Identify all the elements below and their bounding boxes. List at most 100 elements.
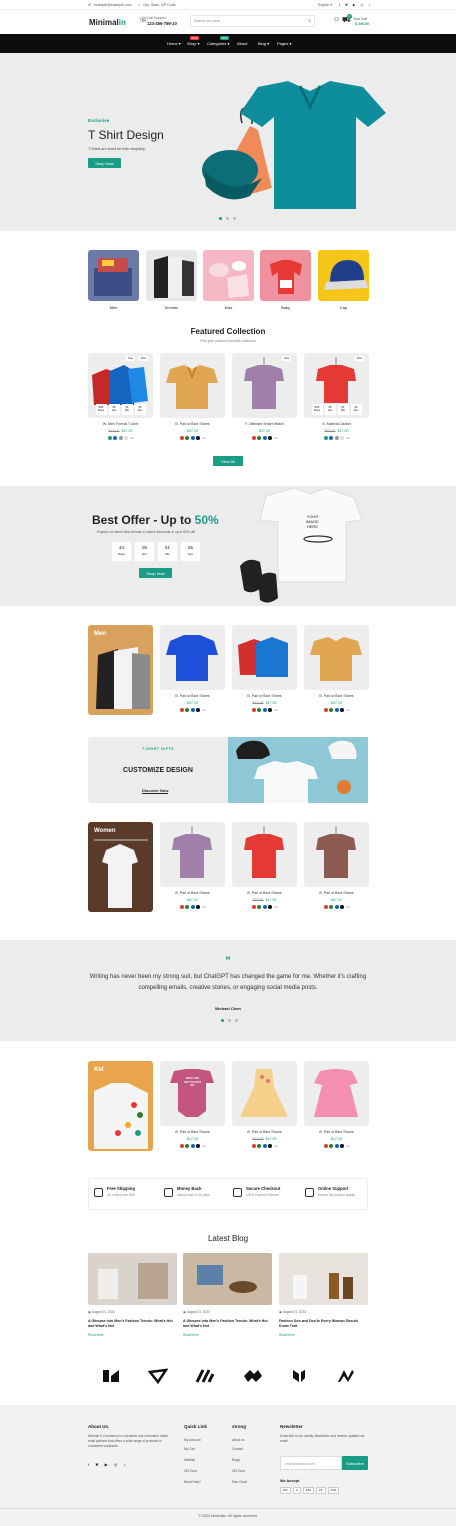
women-banner[interactable]: Women bbox=[88, 822, 153, 912]
hero-dot-3[interactable] bbox=[233, 217, 236, 220]
category-women-image[interactable] bbox=[146, 250, 197, 301]
blog-post-title[interactable]: Fashion Dos and Don'ts Every Woman Shoul… bbox=[279, 1319, 368, 1329]
color-swatches[interactable]: +3 bbox=[304, 1144, 369, 1148]
category-men-image[interactable] bbox=[88, 250, 139, 301]
discover-link[interactable]: Discover Now bbox=[142, 788, 169, 794]
blog-post-title[interactable]: A Glimpse into Men's Fashion Trends: Wha… bbox=[88, 1319, 177, 1329]
color-swatches[interactable]: +3 bbox=[304, 708, 369, 712]
color-swatches[interactable]: +3 bbox=[160, 1144, 225, 1148]
product-image[interactable] bbox=[232, 1061, 297, 1126]
product-card[interactable]: B. Pair of Blue Shoes $73.00 $47.00 +3 bbox=[232, 625, 297, 712]
color-swatches[interactable]: +3 bbox=[232, 708, 297, 712]
product-card[interactable]: BUSY DO NOT TOUCH MY B. Pair of Blue Shoes… bbox=[160, 1061, 225, 1148]
product-name[interactable]: B. Pair of Blue Shoes bbox=[160, 422, 225, 426]
color-swatches[interactable]: +3 bbox=[160, 905, 225, 909]
category-baby-image[interactable] bbox=[260, 250, 311, 301]
category-kids-label[interactable]: Kids bbox=[203, 305, 254, 310]
product-name[interactable]: B. Pair of Blue Shoes bbox=[232, 694, 297, 698]
product-card[interactable]: New F. Ultimate Smart Watch $47.00 +3 bbox=[232, 353, 297, 440]
category-cap-label[interactable]: Cap bbox=[318, 305, 369, 310]
footer-link[interactable]: Wishlist bbox=[184, 1458, 195, 1462]
blog-image[interactable] bbox=[88, 1253, 177, 1305]
category-baby-label[interactable]: Baby bbox=[260, 305, 311, 310]
subscribe-button[interactable]: Subscribe bbox=[342, 1456, 368, 1470]
social-icons[interactable]: f ✖ ▶ ◎ ♪ bbox=[339, 3, 372, 7]
blog-post-title[interactable]: A Glimpse into Men's Fashion Trends: Wha… bbox=[183, 1319, 272, 1329]
testimonial-dot-1[interactable] bbox=[221, 1019, 224, 1022]
product-image[interactable] bbox=[304, 822, 369, 887]
product-card[interactable]: B. Pair of Blue Shoes $47.00 +3 bbox=[304, 625, 369, 712]
kid-banner[interactable]: Kid bbox=[88, 1061, 153, 1151]
blog-card[interactable]: ▣ August 01, 2024 A Glimpse into Men's F… bbox=[88, 1253, 177, 1337]
language-select[interactable]: English ▾ bbox=[318, 3, 332, 7]
call-number[interactable]: 123-456-789-10 bbox=[147, 21, 177, 26]
hero-dot-1[interactable] bbox=[219, 217, 222, 220]
color-swatches[interactable]: +3 bbox=[160, 436, 225, 440]
product-name[interactable]: F. Ultimate Smart Watch bbox=[232, 422, 297, 426]
product-name[interactable]: B. Pair of Blue Shoes bbox=[160, 694, 225, 698]
product-card[interactable]: B. Pair of Blue Shoes $47.00 +3 bbox=[160, 353, 225, 440]
product-name[interactable]: B. Pair of Blue Shoes bbox=[232, 1130, 297, 1134]
footer-link[interactable]: My Cart bbox=[184, 1447, 195, 1451]
product-card[interactable]: B. Pair of Blue Shoes $73.00 $47.00 +3 bbox=[232, 1061, 297, 1148]
search-icon[interactable]: ⌕ bbox=[308, 18, 311, 24]
brand-logo-5[interactable] bbox=[289, 1368, 309, 1384]
blog-image[interactable] bbox=[279, 1253, 368, 1305]
nav-about[interactable]: About bbox=[237, 41, 247, 46]
footer-link[interactable]: Need Help? bbox=[184, 1480, 201, 1484]
product-name[interactable]: B. Pair of Blue Shoes bbox=[304, 891, 369, 895]
brand-logo-3[interactable] bbox=[195, 1368, 215, 1384]
hero-dot-2[interactable] bbox=[226, 217, 229, 220]
color-swatches[interactable]: +3 bbox=[160, 708, 225, 712]
product-image[interactable] bbox=[160, 353, 225, 418]
nav-shop[interactable]: Shop ▾ SALE bbox=[187, 36, 199, 46]
footer-link[interactable]: Gift Card bbox=[232, 1469, 245, 1473]
color-swatches[interactable]: +3 bbox=[88, 436, 153, 440]
category-women-label[interactable]: Women bbox=[146, 305, 197, 310]
color-swatches[interactable]: +3 bbox=[232, 1144, 297, 1148]
product-image[interactable]: -15% 605 Days 05 Hrs 51 Min 56 Sec bbox=[304, 353, 369, 418]
color-swatches[interactable]: +3 bbox=[304, 436, 369, 440]
product-card[interactable]: B. Pair of Blue Shoes $47.00 +3 bbox=[304, 822, 369, 909]
product-image[interactable] bbox=[304, 625, 369, 690]
brand-logo-6[interactable] bbox=[336, 1368, 356, 1384]
blog-card[interactable]: ▣ August 01, 2024 Fashion Dos and Don'ts… bbox=[279, 1253, 368, 1337]
color-swatches[interactable]: +3 bbox=[232, 905, 297, 909]
blog-image[interactable] bbox=[183, 1253, 272, 1305]
product-image[interactable] bbox=[160, 625, 225, 690]
cart-label[interactable]: Your Cart bbox=[353, 17, 367, 21]
testimonial-dot-2[interactable] bbox=[228, 1019, 231, 1022]
product-name[interactable]: B. Pair of Blue Shoes bbox=[304, 694, 369, 698]
product-card[interactable]: New -15% 580 Days 05 Hrs 51 Min 56 Sec W. Me… bbox=[88, 353, 153, 440]
footer-link[interactable]: About us bbox=[232, 1438, 245, 1442]
footer-link[interactable]: My Account bbox=[184, 1438, 200, 1442]
category-kids-image[interactable] bbox=[203, 250, 254, 301]
offer-shop-button[interactable]: Shop Now bbox=[139, 568, 172, 578]
product-card[interactable]: -15% 605 Days 05 Hrs 51 Min 56 Sec S. Materi… bbox=[304, 353, 369, 440]
hero-shop-button[interactable]: Shop Now bbox=[88, 158, 121, 168]
logo[interactable]: Minimalin bbox=[89, 18, 126, 27]
topbar-email[interactable]: example@example.com bbox=[94, 3, 132, 7]
search-input[interactable]: Search our store ⌕ bbox=[190, 15, 315, 27]
product-name[interactable]: B. Pair of Blue Shoes bbox=[160, 1130, 225, 1134]
blog-card[interactable]: ▣ August 01, 2024 A Glimpse into Men's F… bbox=[183, 1253, 272, 1337]
newsletter-email-input[interactable]: email@example.com bbox=[280, 1456, 342, 1470]
read-more-link[interactable]: Read More bbox=[279, 1333, 368, 1337]
category-men-label[interactable]: Men bbox=[88, 305, 139, 310]
view-all-button[interactable]: View All bbox=[213, 456, 243, 466]
product-image[interactable] bbox=[232, 625, 297, 690]
product-image[interactable] bbox=[160, 822, 225, 887]
product-image[interactable] bbox=[304, 1061, 369, 1126]
product-image[interactable] bbox=[232, 822, 297, 887]
brand-logo-4[interactable] bbox=[242, 1368, 262, 1384]
product-image[interactable]: New -15% 580 Days 05 Hrs 51 Min 56 Sec bbox=[88, 353, 153, 418]
category-cap-image[interactable] bbox=[318, 250, 369, 301]
product-name[interactable]: B. Pair of Blue Shoes bbox=[304, 1130, 369, 1134]
footer-link[interactable]: Blogs bbox=[232, 1458, 240, 1462]
color-swatches[interactable]: +3 bbox=[232, 436, 297, 440]
product-card[interactable]: B. Pair of Blue Shoes $73.00 $47.00 +3 bbox=[232, 822, 297, 909]
nav-blog[interactable]: Blog ▾ bbox=[258, 41, 269, 46]
nav-pages[interactable]: Pages ▾ bbox=[277, 41, 291, 46]
product-name[interactable]: B. Pair of Blue Shoes bbox=[232, 891, 297, 895]
read-more-link[interactable]: Read More bbox=[88, 1333, 177, 1337]
